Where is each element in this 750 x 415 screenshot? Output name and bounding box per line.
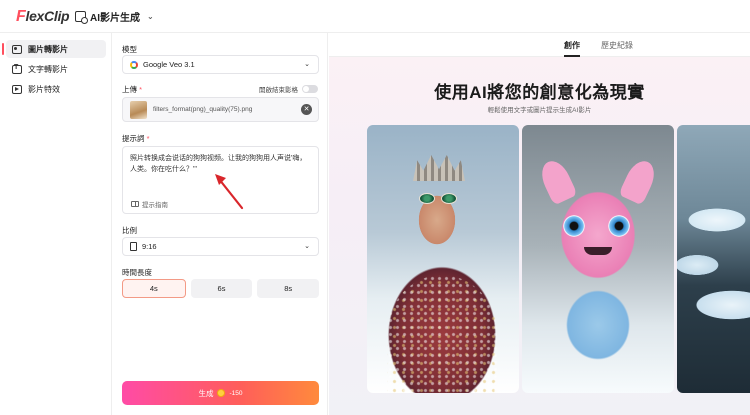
upload-label-text: 上傳 [122,85,137,94]
sunglasses-shape [419,193,457,204]
prompt-guide-label: 提示指南 [142,202,168,209]
logo-text: lexClip [25,8,70,24]
generation-form: 模型 Google Veo 3.1 ⌄ 上傳 * 開啟結束影格 filters_… [112,33,328,415]
uploaded-file[interactable]: filters_format(png)_quality(75).png ✕ [122,97,319,122]
monster-eye-right [608,215,630,237]
file-name: filters_format(png)_quality(75).png [153,106,253,113]
sample-card-monster[interactable] [522,125,674,393]
crown-shape [413,155,465,181]
jeweled-coat-shape [387,275,497,393]
nav-item-video-effects[interactable]: 影片特效 [6,80,106,98]
duration-option-6s[interactable]: 6s [190,279,253,298]
monster-ear-left [536,156,578,206]
text-icon [12,64,22,74]
top-bar: FlexClip AI影片生成 ⌄ [0,0,750,33]
end-frame-label: 開啟結束影格 [259,87,298,94]
hero-subline: 輕鬆使用文字或圖片提示生成AI影片 [487,107,592,114]
ratio-label: 比例 [122,226,137,235]
prompt-label: 提示詞 * [122,133,150,144]
nav-item-label: 文字轉影片 [28,64,68,74]
annotation-arrow-icon [215,174,244,210]
duration-option-4s[interactable]: 4s [122,279,186,298]
tab-create[interactable]: 創作 [564,40,580,57]
duration-label: 時間長度 [122,268,152,277]
model-value: Google Veo 3.1 [143,60,195,69]
chevron-down-icon: ⌄ [304,61,310,68]
image-icon [12,44,22,54]
chevron-down-icon: ⌄ [304,243,310,250]
mode-switcher[interactable]: AI影片生成 ⌄ [75,9,154,24]
monster-eye-left [563,215,585,237]
upload-label: 上傳 * [122,84,142,95]
credit-coin-icon [217,389,226,397]
preview-tabs: 創作 歷史紀錄 [329,33,750,57]
sample-card-icebergs[interactable] [677,125,750,393]
mode-label: AI影片生成 [90,13,140,24]
flexclip-logo[interactable]: FlexClip [16,8,70,26]
generate-button[interactable]: 生成 -150 [122,381,319,405]
nav-item-label: 圖片轉影片 [28,44,68,54]
video-effect-icon [12,84,22,94]
hero-headline: 使用AI將您的創意化為現實 [434,83,645,102]
end-frame-toggle-row: 開啟結束影格 [259,84,318,94]
required-mark: * [146,134,150,143]
hero-showcase: 使用AI將您的創意化為現實 輕鬆使用文字或圖片提示生成AI影片 [329,57,750,415]
app-root: FlexClip AI影片生成 ⌄ 圖片轉影片 文字轉影片 影片特效 模型 Go… [0,0,750,415]
portrait-ratio-icon [130,242,137,251]
preview-panel: 創作 歷史紀錄 使用AI將您的創意化為現實 輕鬆使用文字或圖片提示生成AI影片 [329,33,750,415]
nav-item-label: 影片特效 [28,84,60,94]
uploaded-thumbnail [130,101,147,119]
model-select[interactable]: Google Veo 3.1 ⌄ [122,55,319,74]
monster-mouth [584,247,612,255]
remove-file-button[interactable]: ✕ [301,104,312,115]
generate-label: 生成 [198,388,214,398]
monster-ear-right [618,156,660,206]
google-icon [130,60,138,69]
ai-video-icon [75,11,88,24]
nav-item-text-to-video[interactable]: 文字轉影片 [6,60,106,78]
sample-card-queen[interactable] [367,125,519,393]
left-nav: 圖片轉影片 文字轉影片 影片特效 [0,33,112,415]
ratio-value: 9:16 [142,242,157,251]
generate-cost: -150 [229,389,243,397]
prompt-guide-link[interactable]: 提示指南 [131,199,168,209]
ratio-select[interactable]: 9:16 ⌄ [122,237,319,256]
duration-option-8s[interactable]: 8s [257,279,320,298]
chevron-down-icon: ⌄ [147,12,154,21]
prompt-label-text: 提示詞 [122,134,145,143]
tab-history[interactable]: 歷史紀錄 [601,40,633,51]
model-label: 模型 [122,45,137,54]
duration-options: 4s 6s 8s [122,279,320,298]
required-mark: * [139,85,143,94]
nav-item-image-to-video[interactable]: 圖片轉影片 [2,40,106,58]
book-icon [131,201,139,207]
end-frame-toggle[interactable] [302,85,318,93]
